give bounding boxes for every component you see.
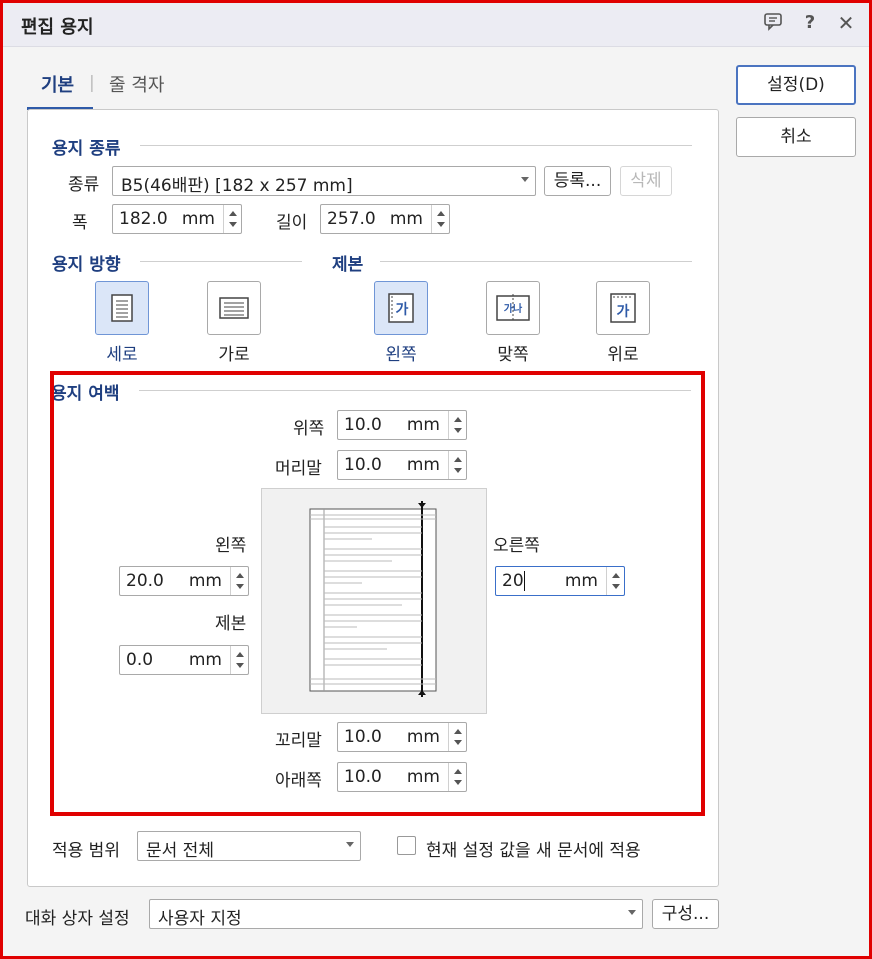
binding-group-title: 제본 bbox=[332, 255, 364, 275]
paper-type-select[interactable]: B5(46배판) [182 x 257 mm] bbox=[112, 166, 536, 196]
chevron-down-icon bbox=[521, 177, 529, 182]
divider bbox=[140, 145, 692, 146]
apply-new-doc-checkbox[interactable] bbox=[397, 836, 416, 855]
paper-type-value: B5(46배판) [182 x 257 mm] bbox=[121, 176, 353, 196]
configure-button[interactable]: 구성... bbox=[652, 899, 719, 929]
width-value: 182.0 bbox=[119, 209, 168, 229]
landscape-icon bbox=[219, 297, 249, 319]
spinner-arrows[interactable] bbox=[431, 205, 449, 233]
dialog-settings-value: 사용자 지정 bbox=[158, 909, 242, 929]
binding-left-label: 왼쪽 bbox=[385, 345, 417, 365]
apply-range-label: 적용 범위 bbox=[52, 841, 120, 861]
comment-icon[interactable] bbox=[761, 11, 785, 35]
orientation-group-title: 용지 방향 bbox=[52, 255, 121, 275]
apply-range-select[interactable]: 문서 전체 bbox=[137, 831, 361, 861]
binding-facing-button[interactable]: 가나 bbox=[486, 281, 540, 335]
chevron-down-icon bbox=[346, 842, 354, 847]
binding-facing-label: 맞쪽 bbox=[497, 345, 529, 365]
binding-facing-icon: 가나 bbox=[496, 294, 530, 322]
binding-left-icon: 가 bbox=[388, 293, 414, 323]
dialog-title: 편집 용지 bbox=[21, 17, 94, 38]
dialog-settings-label: 대화 상자 설정 bbox=[25, 909, 130, 929]
arrow-down-icon[interactable] bbox=[437, 222, 445, 227]
binding-top-button[interactable]: 가 bbox=[596, 281, 650, 335]
apply-range-value: 문서 전체 bbox=[146, 841, 214, 861]
tab-basic[interactable]: 기본 bbox=[41, 71, 74, 97]
binding-top-label: 위로 bbox=[607, 345, 639, 365]
divider bbox=[140, 261, 302, 262]
width-unit: mm bbox=[181, 209, 215, 229]
width-label: 폭 bbox=[72, 213, 88, 233]
register-button[interactable]: 등록... bbox=[544, 166, 611, 196]
edit-paper-dialog: 편집 용지 ? ✕ 기본 | 줄 격자 설정(D) 취소 용지 종류 종류 B5… bbox=[0, 0, 872, 959]
arrow-down-icon[interactable] bbox=[229, 222, 237, 227]
binding-glyph: 가 bbox=[617, 304, 630, 320]
arrow-up-icon[interactable] bbox=[229, 211, 237, 216]
binding-top-icon: 가 bbox=[610, 293, 636, 323]
tab-line-grid[interactable]: 줄 격자 bbox=[109, 71, 164, 97]
type-label: 종류 bbox=[68, 175, 100, 195]
binding-glyph: 가 bbox=[396, 302, 409, 318]
arrow-up-icon[interactable] bbox=[437, 211, 445, 216]
margins-highlight-box bbox=[50, 371, 705, 816]
length-value: 257.0 bbox=[327, 209, 376, 229]
portrait-icon bbox=[111, 294, 133, 322]
length-label: 길이 bbox=[276, 213, 308, 233]
portrait-button[interactable] bbox=[95, 281, 149, 335]
landscape-label: 가로 bbox=[218, 345, 250, 365]
title-bar: 편집 용지 ? ✕ bbox=[3, 3, 869, 47]
tab-separator: | bbox=[89, 73, 95, 93]
divider bbox=[380, 261, 692, 262]
spinner-arrows[interactable] bbox=[223, 205, 241, 233]
help-icon[interactable]: ? bbox=[798, 11, 822, 35]
cancel-button[interactable]: 취소 bbox=[736, 117, 856, 157]
apply-new-doc-label: 현재 설정 값을 새 문서에 적용 bbox=[426, 841, 641, 861]
dialog-settings-select[interactable]: 사용자 지정 bbox=[149, 899, 643, 929]
binding-left-button[interactable]: 가 bbox=[374, 281, 428, 335]
binding-glyph-split: 가나 bbox=[504, 302, 523, 315]
set-button[interactable]: 설정(D) bbox=[736, 65, 856, 105]
length-spinner[interactable]: 257.0 mm bbox=[320, 204, 450, 234]
width-spinner[interactable]: 182.0 mm bbox=[112, 204, 242, 234]
delete-button[interactable]: 삭제 bbox=[620, 166, 672, 196]
paper-type-group-title: 용지 종류 bbox=[52, 139, 121, 159]
portrait-label: 세로 bbox=[106, 345, 138, 365]
chevron-down-icon bbox=[628, 910, 636, 915]
length-unit: mm bbox=[389, 209, 423, 229]
close-icon[interactable]: ✕ bbox=[834, 11, 858, 35]
landscape-button[interactable] bbox=[207, 281, 261, 335]
